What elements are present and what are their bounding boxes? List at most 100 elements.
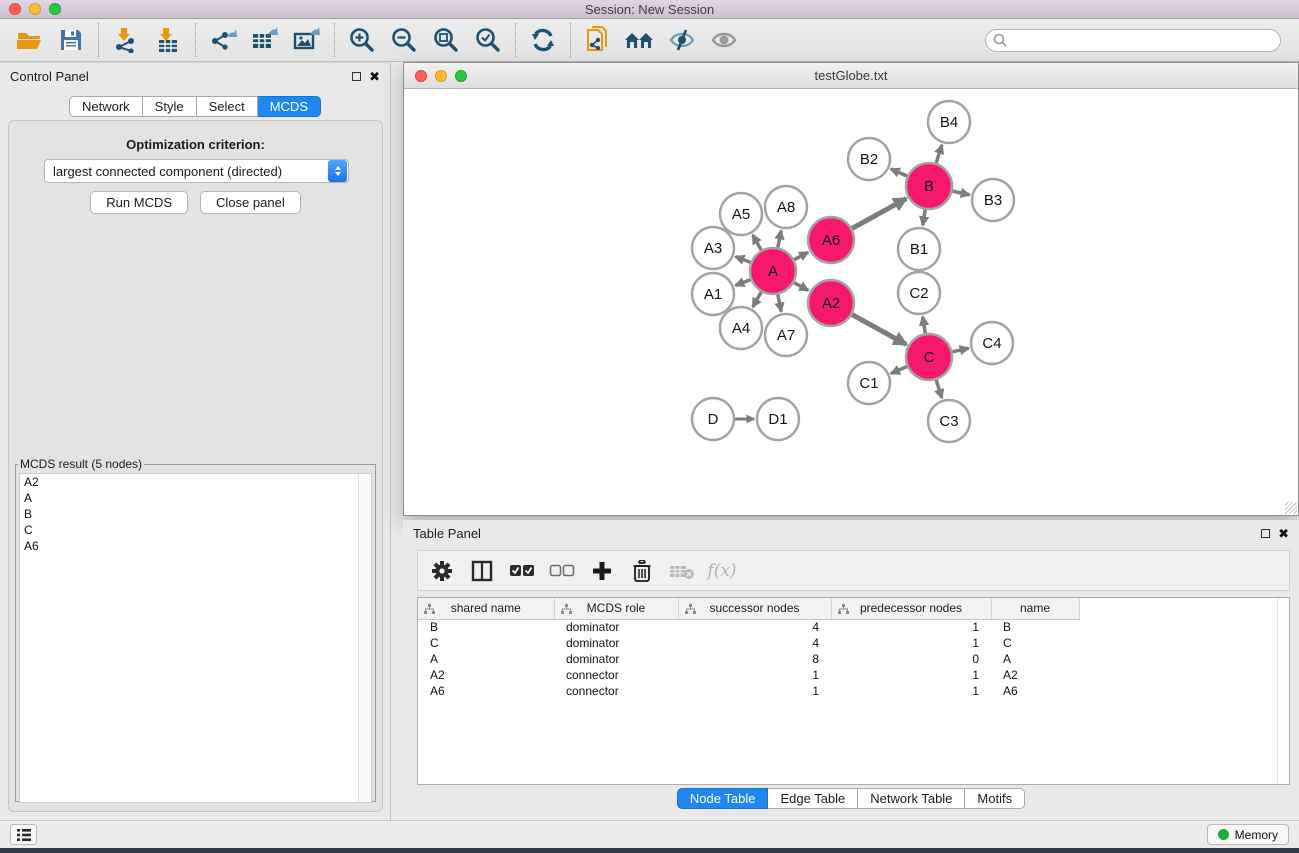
memory-button[interactable]: Memory xyxy=(1207,824,1289,845)
table-cell[interactable]: B xyxy=(418,619,554,635)
network-canvas[interactable]: AA1A2A3A4A5A6A7A8BB1B2B3B4CC1C2C3C4DD1 xyxy=(405,90,1297,515)
close-panel-icon[interactable]: ✖ xyxy=(369,70,380,83)
tab-network[interactable]: Network xyxy=(69,96,143,117)
table-row[interactable]: Adominator80A xyxy=(418,651,1079,667)
tab-mcds[interactable]: MCDS xyxy=(258,96,321,117)
deselect-all-button[interactable] xyxy=(544,554,580,588)
tab-node-table[interactable]: Node Table xyxy=(677,788,769,809)
table-cell[interactable]: A2 xyxy=(991,667,1079,683)
float-table-panel-icon[interactable] xyxy=(1261,529,1270,538)
save-session-button[interactable] xyxy=(50,21,92,59)
table-cell[interactable]: A xyxy=(418,651,554,667)
zoom-fit-button[interactable] xyxy=(425,21,467,59)
edge-A2-C[interactable] xyxy=(852,315,906,345)
edge-B-B1[interactable] xyxy=(923,210,925,226)
function-builder-button[interactable]: f(x) xyxy=(704,554,740,588)
table-cell[interactable]: 1 xyxy=(831,619,991,635)
minimize-window-button[interactable] xyxy=(29,3,41,15)
table-cell[interactable]: dominator xyxy=(554,635,678,651)
edge-B-B2[interactable] xyxy=(891,169,907,176)
run-mcds-button[interactable]: Run MCDS xyxy=(90,191,188,214)
open-session-button[interactable] xyxy=(8,21,50,59)
select-all-button[interactable] xyxy=(504,554,540,588)
close-table-panel-icon[interactable]: ✖ xyxy=(1278,527,1289,540)
edge-C-C4[interactable] xyxy=(952,348,968,352)
edge-A-A7[interactable] xyxy=(778,295,781,312)
import-table-button[interactable] xyxy=(147,21,189,59)
mcds-result-list[interactable]: A2ABCA6 xyxy=(19,473,372,803)
delete-column-button[interactable] xyxy=(624,554,660,588)
column-header-successor-nodes[interactable]: successor nodes xyxy=(678,598,831,619)
criterion-dropdown[interactable]: largest connected component (directed) xyxy=(44,159,349,183)
home-button[interactable] xyxy=(619,21,661,59)
tab-style[interactable]: Style xyxy=(143,96,197,117)
result-list-item[interactable]: A xyxy=(20,490,371,506)
zoom-out-button[interactable] xyxy=(383,21,425,59)
close-network-window-button[interactable] xyxy=(415,70,427,82)
edge-C-C2[interactable] xyxy=(923,317,926,334)
table-row[interactable]: Bdominator41B xyxy=(418,619,1079,635)
column-header-MCDS-role[interactable]: MCDS role xyxy=(554,598,678,619)
tab-select[interactable]: Select xyxy=(197,96,258,117)
import-network-button[interactable] xyxy=(105,21,147,59)
table-cell[interactable]: 1 xyxy=(678,667,831,683)
column-header-shared-name[interactable]: shared name xyxy=(418,598,554,619)
table-cell[interactable]: 8 xyxy=(678,651,831,667)
table-cell[interactable]: A xyxy=(991,651,1079,667)
new-network-from-file-button[interactable] xyxy=(577,21,619,59)
hide-panels-button[interactable] xyxy=(661,21,703,59)
minimize-network-window-button[interactable] xyxy=(435,70,447,82)
table-scrollbar[interactable] xyxy=(1277,598,1289,784)
column-header-predecessor-nodes[interactable]: predecessor nodes xyxy=(831,598,991,619)
table-cell[interactable]: 4 xyxy=(678,635,831,651)
export-image-button[interactable] xyxy=(286,21,328,59)
export-network-button[interactable] xyxy=(202,21,244,59)
refresh-button[interactable] xyxy=(522,21,564,59)
result-list-item[interactable]: C xyxy=(20,522,371,538)
show-panels-button[interactable] xyxy=(703,21,745,59)
edge-A6-B[interactable] xyxy=(852,199,906,229)
close-window-button[interactable] xyxy=(9,3,21,15)
table-cell[interactable]: 4 xyxy=(678,619,831,635)
search-input[interactable] xyxy=(985,29,1281,52)
show-column-button[interactable] xyxy=(464,554,500,588)
column-header-name[interactable]: name xyxy=(991,598,1079,619)
edge-C-C1[interactable] xyxy=(891,367,907,374)
export-table-button[interactable] xyxy=(244,21,286,59)
edge-A-A2[interactable] xyxy=(794,283,808,291)
table-cell[interactable]: 1 xyxy=(831,635,991,651)
result-list-item[interactable]: A2 xyxy=(20,474,371,490)
table-cell[interactable]: 1 xyxy=(831,683,991,699)
node-table-grid[interactable]: shared nameMCDS rolesuccessor nodesprede… xyxy=(418,598,1080,699)
edge-C-C3[interactable] xyxy=(936,380,942,398)
window-resize-grip[interactable] xyxy=(1285,502,1297,514)
tab-edge-table[interactable]: Edge Table xyxy=(768,788,858,809)
table-cell[interactable]: C xyxy=(418,635,554,651)
table-cell[interactable]: dominator xyxy=(554,619,678,635)
table-cell[interactable]: connector xyxy=(554,683,678,699)
edge-A-A6[interactable] xyxy=(794,252,808,259)
table-cell[interactable]: A6 xyxy=(418,683,554,699)
table-cell[interactable]: 0 xyxy=(831,651,991,667)
close-panel-button[interactable]: Close panel xyxy=(200,191,301,214)
node-table[interactable]: shared nameMCDS rolesuccessor nodesprede… xyxy=(417,597,1290,785)
delete-table-button[interactable] xyxy=(664,554,700,588)
edge-B-B3[interactable] xyxy=(952,191,969,195)
table-cell[interactable]: A6 xyxy=(991,683,1079,699)
edge-A-A3[interactable] xyxy=(735,257,750,263)
tab-network-table[interactable]: Network Table xyxy=(858,788,965,809)
edge-A-A8[interactable] xyxy=(778,231,781,248)
table-cell[interactable]: dominator xyxy=(554,651,678,667)
table-options-button[interactable] xyxy=(424,554,460,588)
table-row[interactable]: A2connector11A2 xyxy=(418,667,1079,683)
table-cell[interactable]: B xyxy=(991,619,1079,635)
float-panel-icon[interactable] xyxy=(352,72,361,81)
zoom-selected-button[interactable] xyxy=(467,21,509,59)
table-cell[interactable]: connector xyxy=(554,667,678,683)
tab-motifs[interactable]: Motifs xyxy=(965,788,1025,809)
table-cell[interactable]: 1 xyxy=(831,667,991,683)
result-list-item[interactable]: A6 xyxy=(20,538,371,554)
add-column-button[interactable] xyxy=(584,554,620,588)
table-cell[interactable]: C xyxy=(991,635,1079,651)
zoom-window-button[interactable] xyxy=(49,3,61,15)
